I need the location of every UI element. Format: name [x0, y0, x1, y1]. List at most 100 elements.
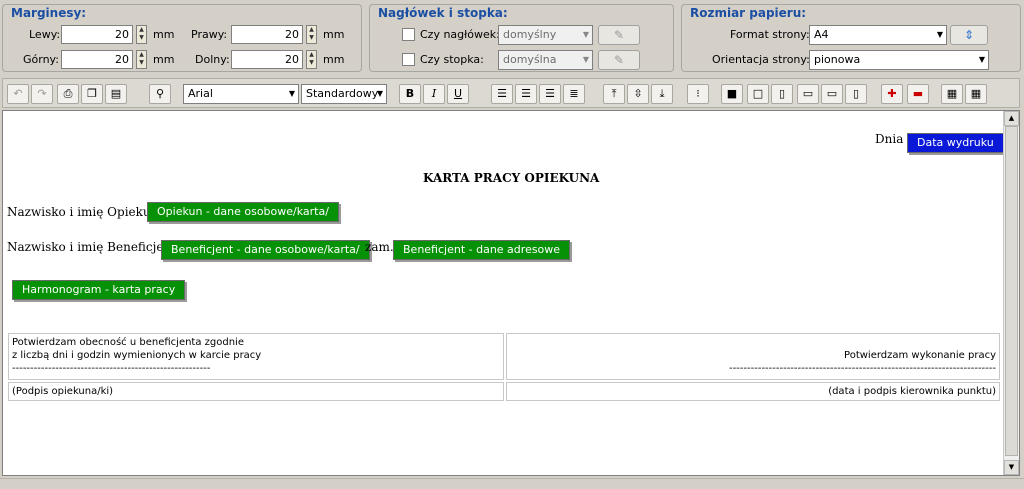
- right-margin-input[interactable]: 20: [231, 25, 303, 44]
- right-margin-unit: mm: [323, 28, 345, 41]
- document-editor[interactable]: Dnia Data wydruku KARTA PRACY OPIEKUNA N…: [2, 110, 1020, 476]
- edit-header-button[interactable]: ✎: [598, 25, 640, 45]
- top-margin-unit: mm: [153, 53, 175, 66]
- delete-row-button[interactable]: ▬: [907, 84, 929, 104]
- undo-button[interactable]: ↶: [7, 84, 29, 104]
- scroll-down-icon[interactable]: ▼: [1004, 460, 1019, 475]
- border-right-icon: ▯: [852, 87, 860, 100]
- page-size-button[interactable]: ⇕: [950, 25, 988, 45]
- table-icon: ▦: [946, 87, 958, 100]
- valign-middle-button[interactable]: ⇳: [627, 84, 649, 104]
- bottom-margin-spinner[interactable]: ▲ ▼: [306, 50, 317, 69]
- valign-middle-icon: ⇳: [633, 87, 643, 100]
- underline-button[interactable]: U: [447, 84, 469, 104]
- right-margin-spinner[interactable]: ▲ ▼: [306, 25, 317, 44]
- table-cell-manager-signature[interactable]: (data i podpis kierownika punktu): [506, 382, 1000, 401]
- font-size-select[interactable]: Standardowy ▼: [301, 84, 387, 104]
- caregiver-confirm-line1: Potwierdzam obecność u beneficjenta zgod…: [12, 337, 244, 348]
- spin-up-icon[interactable]: ▲: [307, 51, 316, 59]
- table-cell-caregiver-confirm[interactable]: Potwierdzam obecność u beneficjenta zgod…: [8, 333, 504, 380]
- vertical-scrollbar[interactable]: ▲ ▼: [1003, 111, 1019, 475]
- paper-size-panel: Rozmiar papieru: Format strony: A4 ▼ ⇕ Or…: [681, 4, 1021, 72]
- bold-button[interactable]: B: [399, 84, 421, 104]
- font-family-select[interactable]: Arial ▼: [183, 84, 299, 104]
- left-margin-label: Lewy:: [29, 28, 61, 41]
- bottom-margin-input[interactable]: 20: [231, 50, 303, 69]
- footer-select[interactable]: domyślna ▼: [498, 50, 593, 70]
- redo-button[interactable]: ↷: [31, 84, 53, 104]
- align-right-icon: ☰: [545, 87, 555, 100]
- italic-icon: I: [431, 87, 437, 100]
- copy-button[interactable]: ❐: [81, 84, 103, 104]
- spin-down-icon[interactable]: ▼: [307, 59, 316, 67]
- caregiver-field[interactable]: Opiekun - dane osobowe/karta/: [147, 202, 339, 222]
- spin-down-icon[interactable]: ▼: [307, 34, 316, 42]
- beneficiary-field[interactable]: Beneficjent - dane osobowe/karta/: [161, 240, 370, 260]
- insert-table-button[interactable]: ▦: [941, 84, 963, 104]
- page-format-select[interactable]: A4 ▼: [809, 25, 947, 45]
- bottom-margin-unit: mm: [323, 53, 345, 66]
- left-margin-unit: mm: [153, 28, 175, 41]
- align-left-icon: ☰: [497, 87, 507, 100]
- valign-bottom-icon: ⤓: [659, 87, 665, 100]
- border-none-button[interactable]: □: [747, 84, 769, 104]
- align-left-button[interactable]: ☰: [491, 84, 513, 104]
- top-margin-spinner[interactable]: ▲ ▼: [136, 50, 147, 69]
- resize-icon: ⇕: [963, 28, 975, 42]
- left-margin-input[interactable]: 20: [61, 25, 133, 44]
- footer-checkbox[interactable]: [402, 53, 415, 66]
- valign-top-button[interactable]: ⤒: [603, 84, 625, 104]
- italic-button[interactable]: I: [423, 84, 445, 104]
- beneficiary-address-field[interactable]: Beneficjent - dane adresowe: [393, 240, 571, 260]
- bold-icon: B: [405, 87, 415, 100]
- search-button[interactable]: ⚲: [149, 84, 171, 104]
- page-orientation-select[interactable]: pionowa ▼: [809, 50, 989, 70]
- left-margin-spinner[interactable]: ▲ ▼: [136, 25, 147, 44]
- address-label: zam.: [365, 240, 394, 254]
- print-button[interactable]: ⎙: [57, 84, 79, 104]
- align-right-button[interactable]: ☰: [539, 84, 561, 104]
- top-margin-input[interactable]: 20: [61, 50, 133, 69]
- valign-bottom-button[interactable]: ⤓: [651, 84, 673, 104]
- chevron-down-icon: ▼: [936, 30, 943, 39]
- date-label: Dnia: [875, 132, 904, 146]
- header-footer-title: Nagłówek i stopka:: [378, 6, 508, 20]
- search-icon: ⚲: [155, 87, 165, 100]
- bullet-list-button[interactable]: ⁝: [687, 84, 709, 104]
- print-date-field[interactable]: Data wydruku: [907, 133, 1004, 153]
- spin-down-icon[interactable]: ▼: [137, 34, 146, 42]
- edit-icon: ✎: [613, 53, 625, 67]
- spin-up-icon[interactable]: ▲: [137, 51, 146, 59]
- undo-icon: ↶: [13, 87, 23, 100]
- insert-row-button[interactable]: ✚: [881, 84, 903, 104]
- delete-row-icon: ▬: [912, 87, 924, 100]
- spin-down-icon[interactable]: ▼: [137, 59, 146, 67]
- edit-footer-button[interactable]: ✎: [598, 50, 640, 70]
- border-right-button[interactable]: ▯: [845, 84, 867, 104]
- scroll-up-icon[interactable]: ▲: [1004, 111, 1019, 126]
- scrollbar-thumb[interactable]: [1005, 126, 1018, 456]
- header-checkbox[interactable]: [402, 28, 415, 41]
- paper-size-title: Rozmiar papieru:: [690, 6, 807, 20]
- border-all-button[interactable]: ■: [721, 84, 743, 104]
- spin-up-icon[interactable]: ▲: [307, 26, 316, 34]
- valign-top-icon: ⤒: [611, 87, 617, 100]
- table-cell-caregiver-signature[interactable]: (Podpis opiekuna/ki): [8, 382, 504, 401]
- top-margin-label: Górny:: [23, 53, 59, 66]
- footer-label: Czy stopka:: [420, 53, 484, 66]
- paste-button[interactable]: ▤: [105, 84, 127, 104]
- chevron-down-icon: ▼: [288, 89, 295, 98]
- align-justify-button[interactable]: ≣: [563, 84, 585, 104]
- schedule-field[interactable]: Harmonogram - karta pracy: [12, 280, 186, 300]
- header-select[interactable]: domyślny ▼: [498, 25, 593, 45]
- border-bottom-button[interactable]: ▭: [797, 84, 819, 104]
- border-top-button[interactable]: ▭: [821, 84, 843, 104]
- border-left-button[interactable]: ▯: [771, 84, 793, 104]
- edit-icon: ✎: [613, 28, 625, 42]
- footer-select-value: domyślna: [503, 53, 557, 66]
- spin-up-icon[interactable]: ▲: [137, 26, 146, 34]
- chevron-down-icon: ▼: [582, 30, 589, 39]
- align-center-button[interactable]: ☰: [515, 84, 537, 104]
- table-properties-button[interactable]: ▦: [965, 84, 987, 104]
- table-cell-work-confirm[interactable]: Potwierdzam wykonanie pracy ------------…: [506, 333, 1000, 380]
